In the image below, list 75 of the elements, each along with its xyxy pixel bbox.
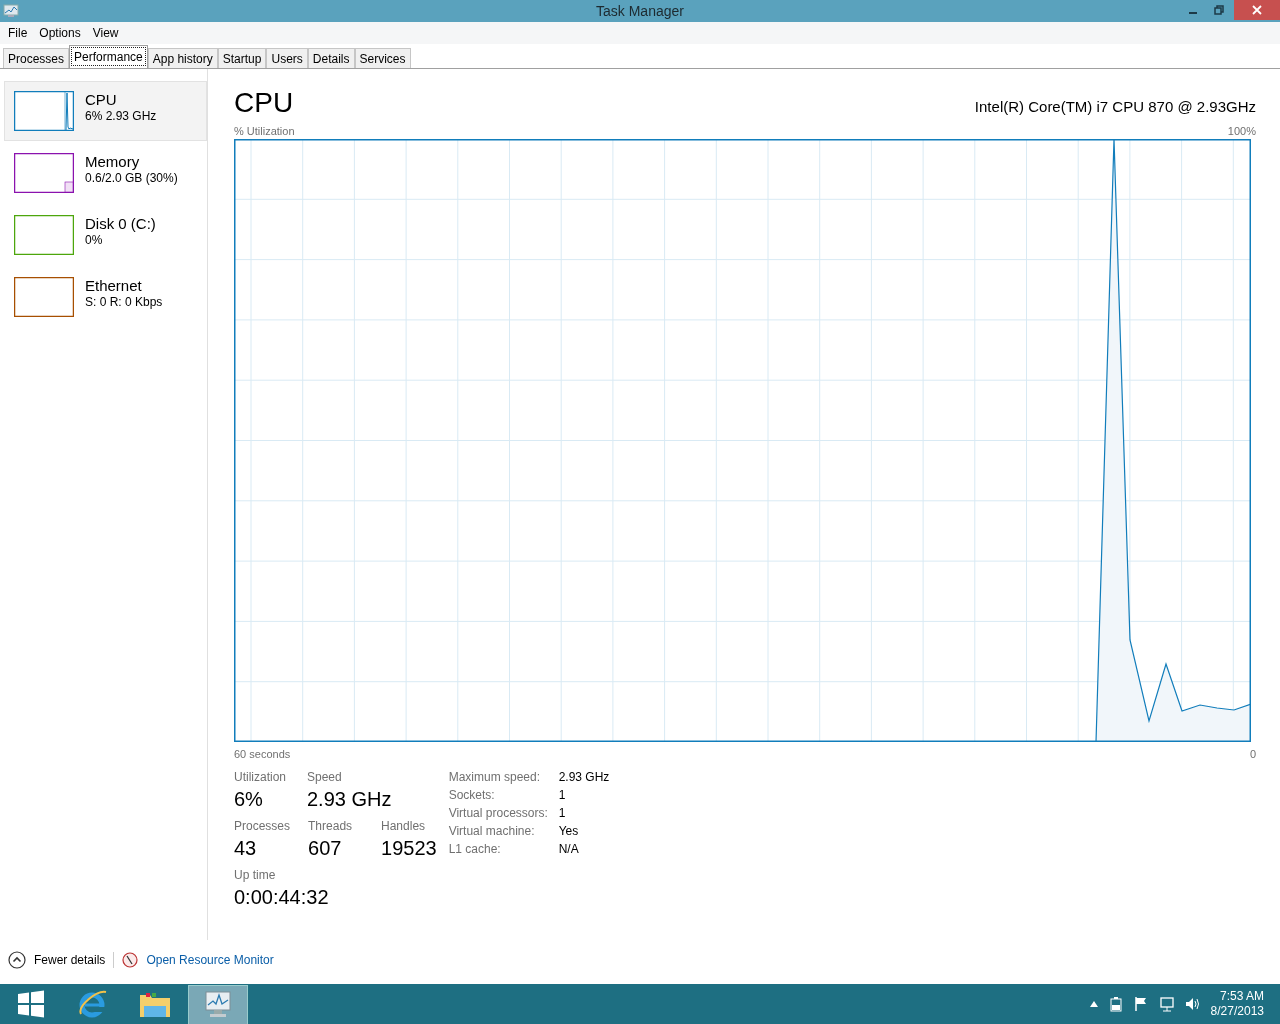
spec-label: L1 cache: [448,842,502,856]
spec-label: Maximum speed: [448,770,542,784]
mini-graph-icon [14,215,74,255]
axis-label: 60 seconds [234,748,291,760]
axis-label: 0 [1249,748,1256,760]
axis-label: % Utilization [234,125,295,137]
spec-label: Sockets: [448,788,496,802]
tab[interactable]: Performance [69,45,148,68]
menu-item[interactable]: File [3,26,33,40]
close-button[interactable] [1234,0,1280,20]
windows-logo-icon [17,990,45,1018]
resource-name: Memory [85,153,141,170]
tab[interactable]: Users [266,48,308,68]
stat-label: Handles [381,819,427,833]
close-icon [1252,5,1262,15]
browser-e-icon [77,988,109,1020]
tab[interactable]: Details [307,48,355,68]
caret-up-icon[interactable] [1088,1000,1099,1008]
mini-graph-icon [14,277,74,317]
sidebar-item[interactable]: Disk 0 (C:) 0% [4,205,207,265]
resource-detail: 0.6/2.0 GB (30%) [85,171,178,185]
spec-value: Yes [558,824,580,838]
stat-value: 19523 [381,837,437,860]
tab[interactable]: App history [147,48,218,68]
battery-icon[interactable] [1108,996,1123,1012]
network-icon[interactable] [1158,996,1175,1012]
spec-label: Virtual machine: [448,824,536,838]
mini-graph-icon [14,153,74,193]
sidebar-item[interactable]: Memory 0.6/2.0 GB (30%) [4,143,207,203]
stat-label: Speed [307,770,343,784]
menu-item[interactable]: View [87,26,124,40]
spec-value: 1 [558,788,567,802]
axis-label: 100% [1227,125,1256,137]
monitor-icon [202,990,234,1020]
resource-name: Ethernet [85,277,143,294]
resource-detail: 0% [85,233,104,247]
sidebar-item[interactable]: Ethernet S: 0 R: 0 Kbps [4,267,207,327]
tab[interactable]: Processes [3,48,70,68]
resource-name: CPU [85,91,118,108]
resource-detail: 6% 2.93 GHz [85,109,157,123]
stat-label: Threads [308,819,354,833]
resource-name: Disk 0 (C:) [85,215,156,232]
tab[interactable]: Startup [217,48,267,68]
spec-value: N/A [558,842,580,856]
window-title: Task Manager [595,3,685,19]
spec-value: 2.93 GHz [558,770,610,784]
collapse-icon[interactable] [8,951,26,969]
clock-time[interactable]: 7:53 AM [1219,989,1264,1004]
speaker-icon[interactable] [1184,996,1201,1012]
stat-value: 43 [234,837,258,860]
menu-item[interactable]: Options [34,26,86,40]
stat-value: 2.93 GHz [307,788,392,811]
processor-name: Intel(R) Core(TM) i7 CPU 870 @ 2.93GHz [974,96,1256,115]
mini-graph-icon [14,91,74,131]
stat-value: 6% [234,788,264,811]
panel-title: CPU [234,87,294,119]
tab[interactable]: Services [354,48,411,68]
resource-detail: S: 0 R: 0 Kbps [85,295,163,309]
minimize-icon [1189,12,1197,14]
restore-icon [1214,5,1224,15]
stat-label: Processes [234,819,291,833]
resource-monitor-link[interactable]: Open Resource Monitor [146,953,274,967]
spec-label: Virtual processors: [448,806,549,820]
sidebar-item[interactable]: CPU 6% 2.93 GHz [4,81,207,141]
stat-value: 0:00:44:32 [234,886,329,909]
clock-date[interactable]: 8/27/2013 [1210,1004,1264,1019]
stat-value: 607 [308,837,343,860]
fewer-details-link[interactable]: Fewer details [34,953,106,967]
gauge-icon [122,952,139,968]
flag-icon[interactable] [1132,996,1149,1012]
stat-label: Up time [234,868,277,882]
spec-value: 1 [558,806,567,820]
stat-label: Utilization [234,770,288,784]
taskbar-app[interactable] [188,985,248,1024]
app-icon [3,4,19,18]
